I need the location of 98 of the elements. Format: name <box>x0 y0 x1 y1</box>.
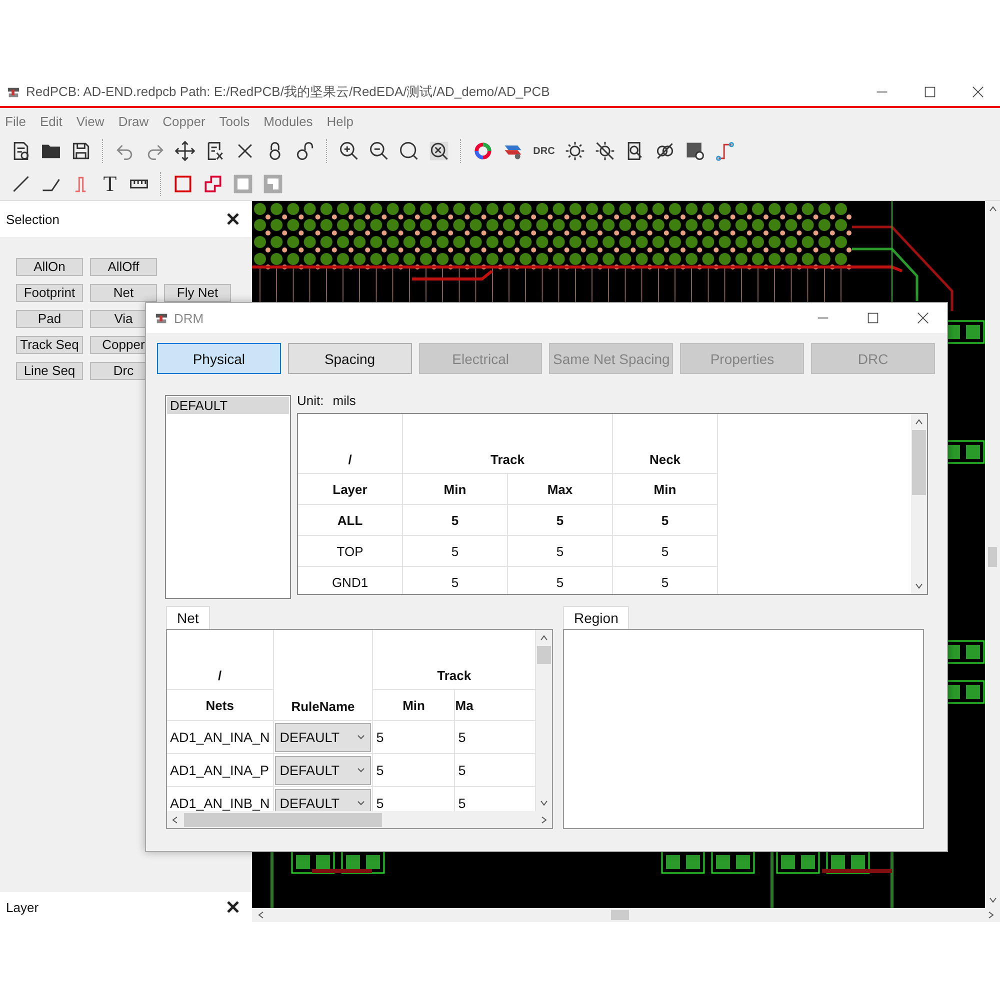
scroll-left-icon[interactable] <box>256 910 266 920</box>
menu-item[interactable]: View <box>75 114 112 128</box>
table-cell: 5 <box>612 504 718 536</box>
rule-dropdown[interactable]: DEFAULT <box>274 788 372 811</box>
app-logo-icon <box>7 86 20 98</box>
table-cell: AD1_AN_INA_P <box>167 754 274 786</box>
filter-button[interactable]: Footprint <box>16 284 83 302</box>
table-cell: ALL <box>298 504 402 536</box>
rule-list-item[interactable]: DEFAULT <box>167 397 289 414</box>
chevron-down-icon <box>356 765 366 775</box>
close-icon[interactable] <box>917 312 929 324</box>
table-cell: 5 <box>612 536 718 566</box>
column-header: RuleName <box>273 630 373 720</box>
filter-button[interactable]: Track Seq <box>16 336 83 354</box>
zoom-in-icon[interactable] <box>338 140 360 162</box>
rule-dropdown[interactable]: DEFAULT <box>274 756 372 784</box>
menu-item[interactable]: Copper <box>162 114 212 128</box>
unit-value: mils <box>332 393 356 409</box>
filter-button[interactable]: Line Seq <box>16 362 83 380</box>
column-header: Min <box>612 474 718 504</box>
menu-item[interactable]: Tools <box>218 114 257 128</box>
close-icon[interactable] <box>972 86 984 98</box>
menu-item[interactable]: Help <box>326 114 361 128</box>
horizontal-scrollbar[interactable] <box>167 811 552 828</box>
link-icon[interactable] <box>654 140 676 162</box>
scrollbar-thumb[interactable] <box>537 646 551 664</box>
line-icon[interactable] <box>10 173 32 195</box>
zoom-out-icon[interactable] <box>368 140 390 162</box>
scroll-up-icon[interactable] <box>988 204 998 214</box>
drc-button[interactable]: DRC <box>532 146 556 156</box>
panel-tab[interactable]: Region <box>563 606 630 629</box>
column-header: Min <box>372 690 455 720</box>
move-icon[interactable] <box>174 140 196 162</box>
save-icon[interactable] <box>70 140 92 162</box>
table-cell: 5 <box>372 754 455 786</box>
text-tool-button[interactable]: T <box>100 173 120 195</box>
scrollbar-thumb[interactable] <box>912 430 926 495</box>
maximize-icon[interactable] <box>867 312 879 324</box>
scroll-right-icon[interactable] <box>539 814 549 824</box>
scrollbar-thumb[interactable] <box>184 812 382 826</box>
tab[interactable]: Physical <box>157 343 281 374</box>
chevron-down-icon <box>356 798 366 808</box>
filter-button[interactable]: AllOn <box>16 258 83 276</box>
scroll-down-icon[interactable] <box>539 798 549 808</box>
table-cell: AD1_AN_INA_N <box>167 720 274 754</box>
tab[interactable]: Spacing <box>288 343 412 374</box>
filter-button[interactable]: AllOff <box>90 258 157 276</box>
scroll-down-icon[interactable] <box>914 581 924 591</box>
table-cell: 5 <box>508 536 612 566</box>
column-header: Max <box>508 474 612 504</box>
table-cell: 5 <box>402 504 508 536</box>
column-header: Min <box>402 474 508 504</box>
table-cell: 5 <box>372 720 455 754</box>
scrollbar-thumb[interactable] <box>988 547 997 567</box>
menu-item[interactable]: Draw <box>117 114 156 128</box>
column-header: / <box>298 414 402 474</box>
scroll-down-icon[interactable] <box>988 895 998 905</box>
table-cell: 5 <box>508 504 612 536</box>
unlock-icon[interactable] <box>294 140 316 162</box>
vertical-scrollbar[interactable] <box>911 414 927 594</box>
scrollbar-thumb[interactable] <box>611 910 629 920</box>
brightness-icon[interactable] <box>564 140 586 162</box>
filter-button[interactable]: Net <box>90 284 157 302</box>
route-icon[interactable] <box>714 140 736 162</box>
window-title: RedPCB: AD-END.redpcb Path: E:/RedPCB/我的坚果云/RedEDA/测试/AD_demo/AD_PCB <box>26 83 550 101</box>
filter-button[interactable]: Pad <box>16 310 83 328</box>
table-cell: TOP <box>298 536 402 566</box>
scroll-up-icon[interactable] <box>914 417 924 427</box>
close-icon[interactable] <box>226 212 240 226</box>
column-header: Layer <box>298 474 402 504</box>
table-cell: 5 <box>402 536 508 566</box>
rule-dropdown[interactable]: DEFAULT <box>274 722 372 752</box>
column-header: Neck <box>612 414 718 474</box>
panel-title: Layer <box>6 900 39 914</box>
dialog-title: DRM <box>174 310 204 326</box>
zoom-fit-icon[interactable] <box>398 140 420 162</box>
menu-item[interactable]: Modules <box>262 114 320 128</box>
scroll-left-icon[interactable] <box>170 814 180 824</box>
panel-title: Selection <box>6 212 60 226</box>
column-header: Track <box>402 414 612 474</box>
vertical-scrollbar[interactable] <box>536 630 552 811</box>
column-header: / <box>167 630 274 690</box>
menu-item[interactable]: Edit <box>38 114 70 128</box>
close-icon[interactable] <box>226 900 240 914</box>
polygon-icon[interactable] <box>202 173 224 195</box>
app-logo-icon <box>155 312 168 324</box>
zoom-clear-icon[interactable] <box>428 140 450 162</box>
menu-item[interactable]: File <box>4 114 33 128</box>
chevron-down-icon <box>356 732 366 742</box>
filter-button[interactable]: Fly Net <box>164 284 231 302</box>
rectangle-icon[interactable] <box>172 173 194 195</box>
scroll-up-icon[interactable] <box>539 633 549 643</box>
panel-tab[interactable]: Net <box>166 606 210 629</box>
color-wheel-icon[interactable] <box>472 140 494 162</box>
maximize-icon[interactable] <box>924 86 936 98</box>
brightness-off-icon[interactable] <box>594 140 616 162</box>
scroll-right-icon[interactable] <box>986 910 996 920</box>
unit-label: Unit: <box>297 393 324 409</box>
